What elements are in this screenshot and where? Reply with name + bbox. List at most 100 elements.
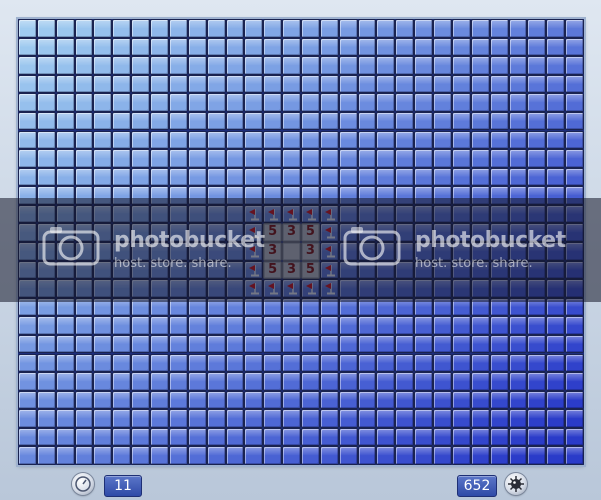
- board-cell[interactable]: [489, 130, 509, 150]
- board-cell[interactable]: [376, 223, 396, 242]
- board-cell[interactable]: [414, 204, 434, 224]
- board-cell[interactable]: [150, 316, 169, 335]
- board-cell[interactable]: [225, 111, 245, 131]
- board-cell[interactable]: [376, 390, 396, 410]
- board-cell[interactable]: [168, 297, 188, 317]
- board-cell[interactable]: [112, 334, 132, 354]
- board-cell[interactable]: [93, 260, 113, 280]
- board-cell[interactable]: [546, 260, 566, 280]
- board-cell[interactable]: [395, 334, 415, 354]
- board-cell[interactable]: [395, 74, 415, 94]
- board-cell[interactable]: [74, 242, 94, 261]
- board-cell[interactable]: [489, 242, 509, 261]
- board-cell[interactable]: [508, 427, 528, 447]
- board-cell[interactable]: [319, 74, 339, 94]
- board-cell[interactable]: [131, 353, 151, 373]
- board-cell[interactable]: [55, 167, 75, 187]
- board-cell[interactable]: [168, 74, 188, 94]
- board-cell[interactable]: [93, 111, 113, 131]
- board-cell[interactable]: [527, 186, 547, 205]
- board-cell[interactable]: [112, 204, 132, 224]
- board-cell[interactable]: [18, 204, 37, 224]
- game-board[interactable]: 53533535: [18, 19, 584, 465]
- board-cell[interactable]: [168, 56, 188, 75]
- board-cell[interactable]: [36, 242, 56, 261]
- board-cell[interactable]: [565, 372, 584, 391]
- board-cell[interactable]: [187, 93, 207, 112]
- board-cell[interactable]: [565, 186, 584, 205]
- board-cell[interactable]: [93, 242, 113, 261]
- board-cell[interactable]: [18, 223, 37, 242]
- board-cell[interactable]: [18, 149, 37, 168]
- board-cell[interactable]: [470, 446, 490, 465]
- board-cell[interactable]: [150, 223, 169, 242]
- board-cell[interactable]: [74, 223, 94, 242]
- board-cell[interactable]: [395, 372, 415, 391]
- board-cell[interactable]: [357, 297, 377, 317]
- board-cell[interactable]: [357, 372, 377, 391]
- board-cell[interactable]: [357, 353, 377, 373]
- board-cell[interactable]: [565, 130, 584, 150]
- board-cell[interactable]: [451, 111, 471, 131]
- board-cell[interactable]: [187, 130, 207, 150]
- board-cell[interactable]: [55, 93, 75, 112]
- board-cell[interactable]: [508, 279, 528, 298]
- board-cell[interactable]: [470, 297, 490, 317]
- board-cell[interactable]: [244, 297, 264, 317]
- board-cell[interactable]: [414, 446, 434, 465]
- board-cell[interactable]: [489, 297, 509, 317]
- board-cell[interactable]: [187, 149, 207, 168]
- board-cell[interactable]: [470, 19, 490, 38]
- board-cell[interactable]: [150, 260, 169, 280]
- board-cell[interactable]: [357, 334, 377, 354]
- board-cell[interactable]: [168, 390, 188, 410]
- board-cell[interactable]: [187, 19, 207, 38]
- board-cell[interactable]: [357, 446, 377, 465]
- board-cell[interactable]: [395, 390, 415, 410]
- board-cell[interactable]: [93, 409, 113, 428]
- board-cell[interactable]: [244, 149, 264, 168]
- board-cell[interactable]: [206, 446, 226, 465]
- board-cell[interactable]: [301, 149, 320, 168]
- board-cell[interactable]: [282, 111, 301, 131]
- board-cell[interactable]: [93, 372, 113, 391]
- board-cell[interactable]: [225, 167, 245, 187]
- board-cell[interactable]: [225, 93, 245, 112]
- board-cell[interactable]: [433, 242, 452, 261]
- board-cell[interactable]: [131, 149, 151, 168]
- board-cell[interactable]: [565, 279, 584, 298]
- board-cell[interactable]: [395, 223, 415, 242]
- board-cell[interactable]: [131, 390, 151, 410]
- board-cell[interactable]: [338, 279, 358, 298]
- board-cell[interactable]: [55, 353, 75, 373]
- board-cell[interactable]: [433, 279, 452, 298]
- board-cell[interactable]: [225, 353, 245, 373]
- board-cell[interactable]: [244, 74, 264, 94]
- board-cell[interactable]: [74, 19, 94, 38]
- board-cell[interactable]: [565, 56, 584, 75]
- board-cell[interactable]: [489, 167, 509, 187]
- board-cell[interactable]: [357, 149, 377, 168]
- board-cell[interactable]: [470, 130, 490, 150]
- board-cell[interactable]: [414, 186, 434, 205]
- board-cell[interactable]: [74, 353, 94, 373]
- board-cell[interactable]: [225, 56, 245, 75]
- board-cell[interactable]: [508, 409, 528, 428]
- revealed-cell[interactable]: 5: [263, 260, 283, 280]
- board-cell[interactable]: [55, 130, 75, 150]
- board-cell[interactable]: [527, 409, 547, 428]
- board-cell[interactable]: [414, 372, 434, 391]
- board-cell[interactable]: [55, 409, 75, 428]
- board-cell[interactable]: [376, 37, 396, 57]
- board-cell[interactable]: [338, 297, 358, 317]
- board-cell[interactable]: [301, 427, 320, 447]
- board-cell[interactable]: [546, 334, 566, 354]
- board-cell[interactable]: [376, 279, 396, 298]
- board-cell[interactable]: [112, 390, 132, 410]
- board-cell[interactable]: [244, 130, 264, 150]
- revealed-cell[interactable]: [282, 242, 301, 261]
- board-cell[interactable]: [112, 297, 132, 317]
- board-cell[interactable]: [338, 149, 358, 168]
- board-cell[interactable]: [414, 242, 434, 261]
- board-cell[interactable]: [187, 223, 207, 242]
